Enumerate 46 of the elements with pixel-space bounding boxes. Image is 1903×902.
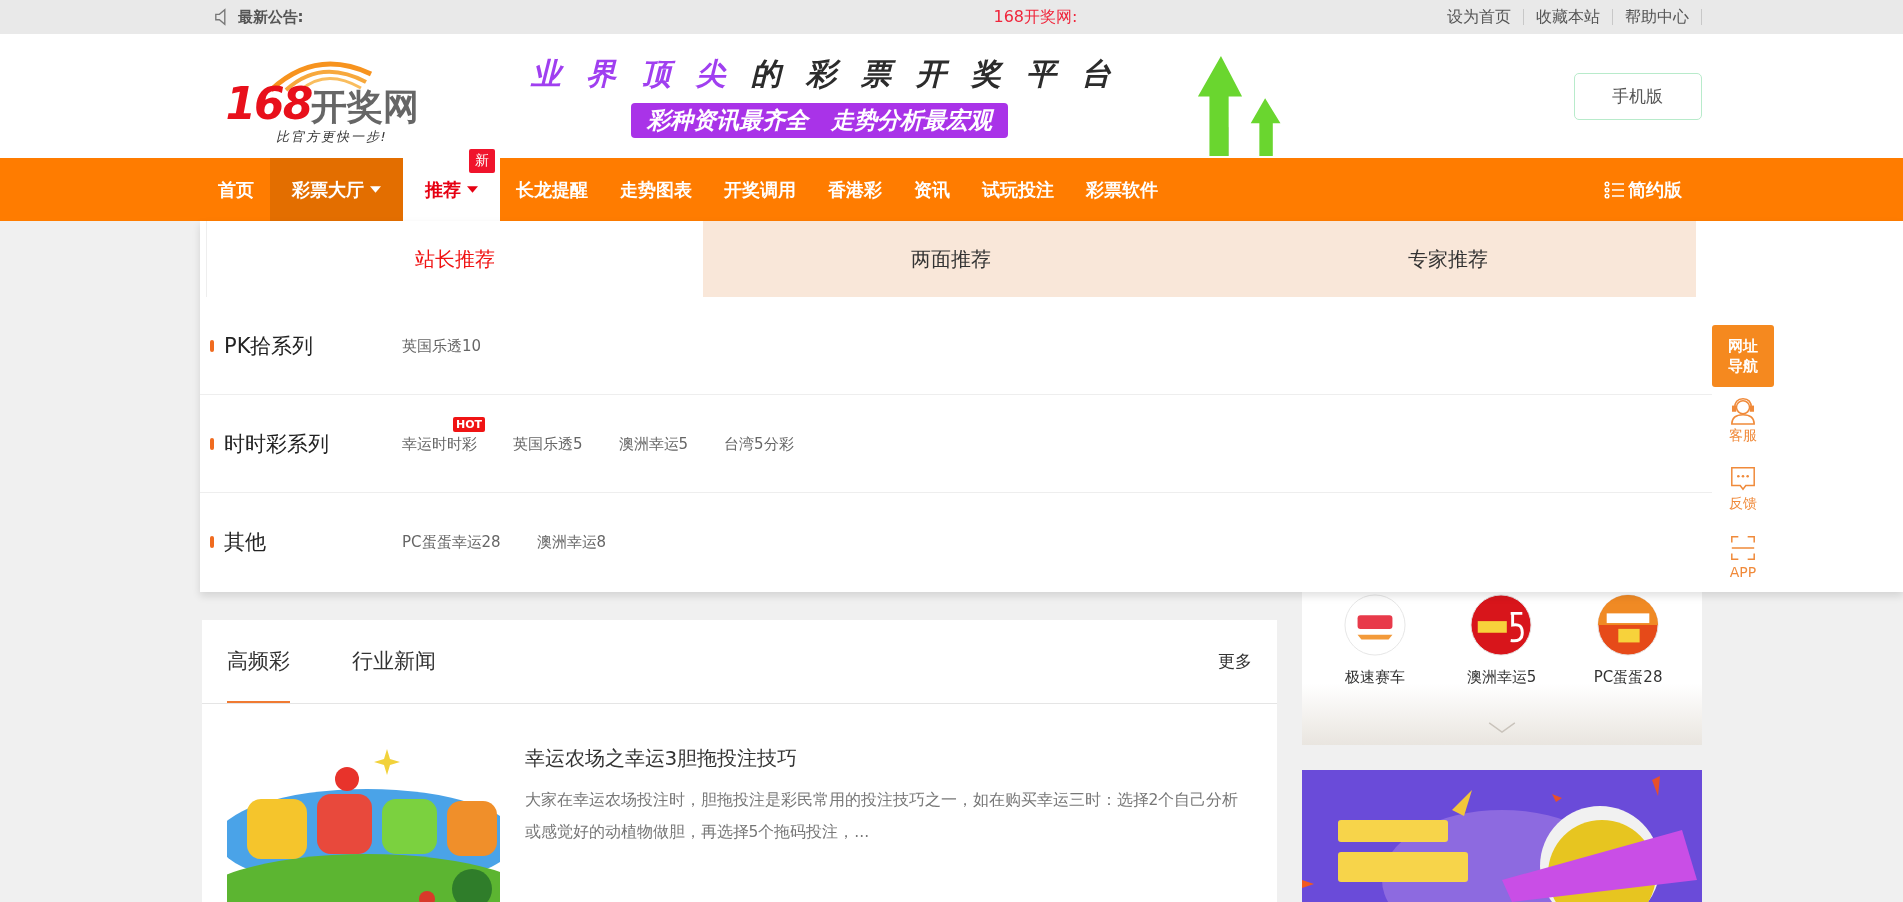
lottery-logo-icon: [1343, 594, 1406, 656]
top-link[interactable]: 设为首页: [1434, 6, 1523, 28]
logo-number: 168: [225, 78, 312, 129]
logo-tagline: 比官方更快一步!: [275, 128, 389, 146]
headset-icon: [1729, 397, 1757, 425]
group-title: 其他: [224, 529, 267, 556]
dropdown-tab[interactable]: 站长推荐: [206, 221, 704, 297]
lottery-link[interactable]: PC蛋蛋幸运28: [402, 533, 501, 551]
slogan-highlight: 业界顶尖: [530, 56, 751, 91]
top-link[interactable]: 收藏本站: [1523, 6, 1612, 28]
slogan-text: 的彩票开奖平台: [750, 56, 1136, 91]
dropdown-tab[interactable]: 专家推荐: [1199, 221, 1696, 297]
scan-icon: [1729, 534, 1757, 562]
lottery-link[interactable]: 幸运时时彩: [402, 434, 477, 453]
more-link[interactable]: 更多: [1217, 620, 1252, 703]
top-link[interactable]: 帮助中心: [1612, 6, 1701, 28]
news-tab[interactable]: 高频彩: [226, 620, 290, 703]
lottery-logo-icon: [1470, 594, 1533, 656]
group-title: 时时彩系列: [224, 430, 330, 458]
lottery-logo-icon: [1597, 594, 1660, 656]
chevron-down-icon[interactable]: [1487, 722, 1516, 733]
logo-name: 开奖网: [311, 86, 420, 127]
lottery-link[interactable]: 澳洲幸运8: [536, 533, 607, 551]
lottery-item[interactable]: 澳洲幸运5: [1446, 594, 1557, 687]
chat-icon: [1729, 465, 1757, 493]
site-notice: 168开奖网:: [993, 6, 1078, 28]
dropdown-tab[interactable]: 两面推荐: [703, 221, 1200, 297]
slogan-banner: 彩种资讯最齐全 走势分析最宏观: [630, 103, 1008, 138]
lottery-item[interactable]: 极速赛车: [1319, 594, 1430, 687]
nav-item[interactable]: 彩票大厅: [269, 158, 403, 221]
lottery-link[interactable]: 台湾5分彩: [724, 434, 794, 453]
list-icon: [1603, 180, 1624, 199]
article-summary: 大家在幸运农场投注时，胆拖投注是彩民常用的投注技巧之一，如在购买幸运三时：选择2个自己分析或感觉好的动植物做胆，再选择5个拖码投注，...: [524, 790, 1240, 843]
lottery-link[interactable]: 英国乐透10: [402, 336, 482, 355]
news-tab[interactable]: 行业新闻: [351, 620, 436, 703]
lottery-link[interactable]: 澳洲幸运5: [618, 434, 689, 453]
caret-icon: [466, 186, 478, 193]
mobile-version-button[interactable]: 手机版: [1573, 72, 1702, 120]
group-title: PK拾系列: [224, 332, 315, 360]
announcement-label: 最新公告:: [237, 7, 304, 27]
article-title[interactable]: 幸运农场之幸运3胆拖投注技巧: [524, 745, 1245, 772]
caret-icon: [369, 186, 381, 193]
lottery-link[interactable]: 英国乐透5: [513, 434, 583, 453]
new-badge: 新: [468, 149, 495, 173]
lottery-item[interactable]: PC蛋蛋28: [1573, 594, 1684, 687]
hot-badge: HOT: [452, 416, 485, 432]
